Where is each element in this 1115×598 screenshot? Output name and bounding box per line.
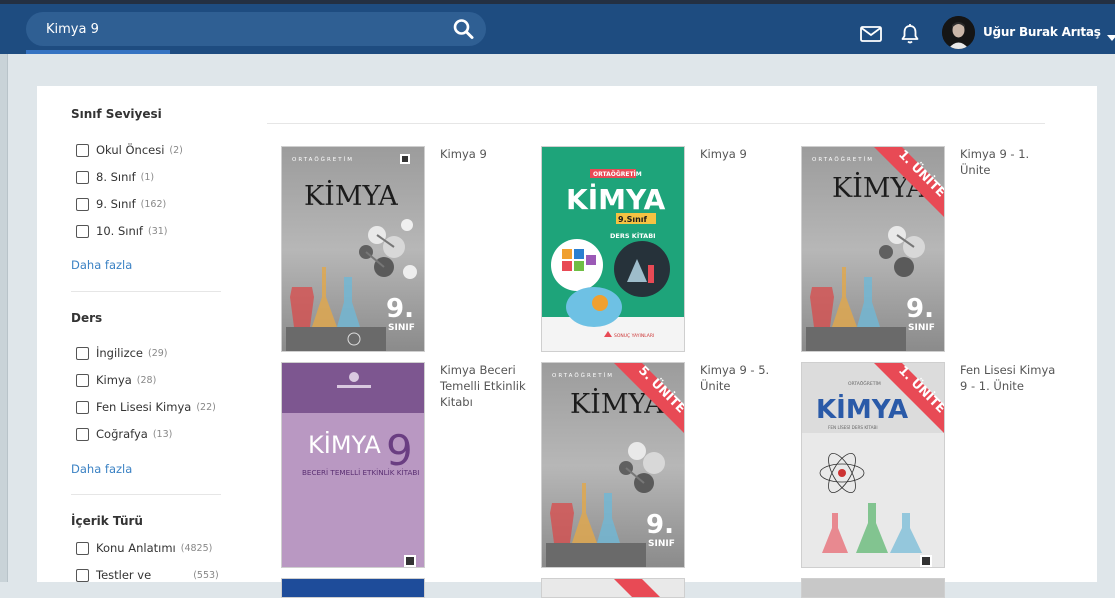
bell-icon[interactable] [899,23,921,45]
checkbox[interactable] [76,541,89,555]
checkbox[interactable] [76,373,89,387]
svg-text:KİMYA: KİMYA [566,182,666,216]
svg-text:SINIF: SINIF [388,323,415,333]
svg-text:SINIF: SINIF [908,323,935,333]
svg-text:SONUÇ YAYINLARI: SONUÇ YAYINLARI [614,333,654,339]
search-focus-underline [26,50,170,54]
filter-10-sinif[interactable]: 10. Sınıf (31) [76,223,168,239]
checkbox[interactable] [76,427,89,441]
facet-title-grade-level: Sınıf Seviyesi [71,107,162,121]
book-cover[interactable] [281,578,425,598]
user-name[interactable]: Uğur Burak Arıtaş [983,25,1101,39]
svg-text:ORTAÖĞRETİM: ORTAÖĞRETİM [292,156,354,163]
book-cover[interactable] [541,578,685,598]
search-box [26,12,486,46]
book-title[interactable]: Kimya Beceri Temelli Etkinlik Kitabı [440,362,540,410]
book-title[interactable]: Kimya 9 [700,146,800,162]
mail-icon[interactable] [860,26,882,42]
show-more-grade-link[interactable]: Daha fazla [71,258,132,272]
filter-fen-lisesi-kimya[interactable]: Fen Lisesi Kimya (22) [76,399,216,415]
svg-text:9.: 9. [906,294,934,324]
book-cover[interactable]: KİMYA 9 BECERİ TEMELLİ ETKİNLİK KİTABI [281,362,425,568]
avatar[interactable] [942,16,975,49]
svg-text:DERS KİTABI: DERS KİTABI [610,231,656,240]
svg-text:9.: 9. [386,294,414,324]
filter-kimya[interactable]: Kimya (28) [76,372,156,388]
svg-text:FEN LİSESİ DERS KİTABI: FEN LİSESİ DERS KİTABI [828,425,878,430]
filter-cografya[interactable]: Coğrafya (13) [76,426,172,442]
book-title[interactable]: Kimya 9 - 1. Ünite [960,146,1060,178]
svg-text:ORTAÖĞRETİM: ORTAÖĞRETİM [848,380,881,387]
facet-title-subject: Ders [71,311,103,325]
svg-text:ORTAÖĞRETİM: ORTAÖĞRETİM [812,156,874,163]
checkbox[interactable] [76,224,89,238]
top-navigation-bar: Uğur Burak Arıtaş [0,0,1115,54]
svg-text:SINIF: SINIF [648,539,675,549]
filter-9-sinif[interactable]: 9. Sınıf (162) [76,196,166,212]
book-cover[interactable] [801,578,945,598]
checkbox[interactable] [76,170,89,184]
book-cover[interactable]: ORTAÖĞRETİM KİMYA 9.Sınıf DERS KİTABI SO… [541,146,685,352]
show-more-subject-link[interactable]: Daha fazla [71,462,132,476]
book-cover[interactable]: ORTAÖĞRETİM KİMYA 9. SINIF 1. ÜNİTE [801,146,945,352]
book-cover[interactable]: ORTAÖĞRETİM KİMYA 9. SINIF [281,146,425,352]
filter-testler[interactable]: Testler ve (553) [76,567,219,583]
results-panel: Sınıf Seviyesi Okul Öncesi (2) 8. Sınıf … [37,86,1097,598]
checkbox[interactable] [76,197,89,211]
facet-title-content-type: İçerik Türü [71,514,143,528]
checkbox[interactable] [76,143,89,157]
book-title[interactable]: Kimya 9 [440,146,540,162]
svg-text:ORTAÖĞRETİM: ORTAÖĞRETİM [593,171,642,178]
filter-ingilizce[interactable]: İngilizce (29) [76,345,168,361]
search-input[interactable] [26,12,446,46]
left-edge-strip [0,54,8,582]
svg-text:BECERİ TEMELLİ ETKİNLİK KİTABI: BECERİ TEMELLİ ETKİNLİK KİTABI [302,468,419,477]
content-divider [267,123,1045,124]
filter-8-sinif[interactable]: 8. Sınıf (1) [76,169,154,185]
checkbox[interactable] [76,346,89,360]
divider [71,291,221,292]
svg-text:KİMYA: KİMYA [816,393,908,425]
divider [71,494,221,495]
search-icon[interactable] [452,18,476,40]
svg-text:9.: 9. [646,510,674,540]
filter-okul-oncesi[interactable]: Okul Öncesi (2) [76,142,183,158]
svg-text:KİMYA: KİMYA [308,430,381,459]
book-title[interactable]: Kimya 9 - 5. Ünite [700,362,800,394]
svg-text:KİMYA: KİMYA [304,179,398,212]
book-title[interactable]: Fen Lisesi Kimya 9 - 1. Ünite [960,362,1060,394]
checkbox[interactable] [76,400,89,414]
checkbox[interactable] [76,568,89,582]
book-cover[interactable]: ORTAÖĞRETİM KİMYA FEN LİSESİ DERS KİTABI… [801,362,945,568]
svg-text:ORTAÖĞRETİM: ORTAÖĞRETİM [552,372,614,379]
svg-text:9.Sınıf: 9.Sınıf [618,215,648,224]
chevron-down-icon[interactable] [1107,28,1115,41]
filter-konu-anlatimi[interactable]: Konu Anlatımı (4825) [76,540,212,556]
book-cover[interactable]: ORTAÖĞRETİM KİMYA 9. SINIF 5. ÜNİTE [541,362,685,568]
